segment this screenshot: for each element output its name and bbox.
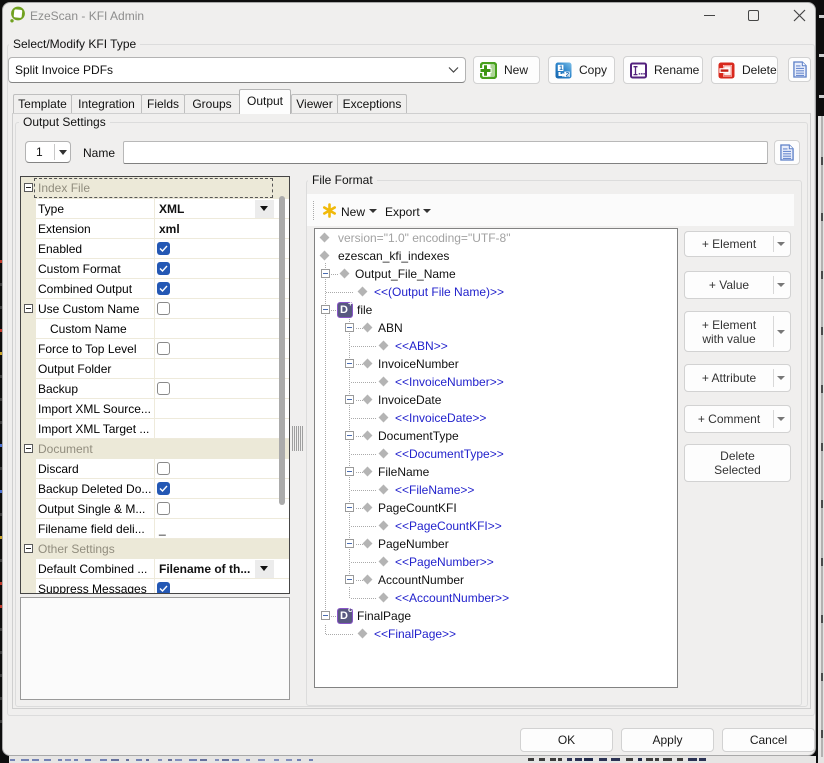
svg-text:2: 2 [566, 71, 570, 78]
svg-text:1: 1 [559, 65, 563, 72]
